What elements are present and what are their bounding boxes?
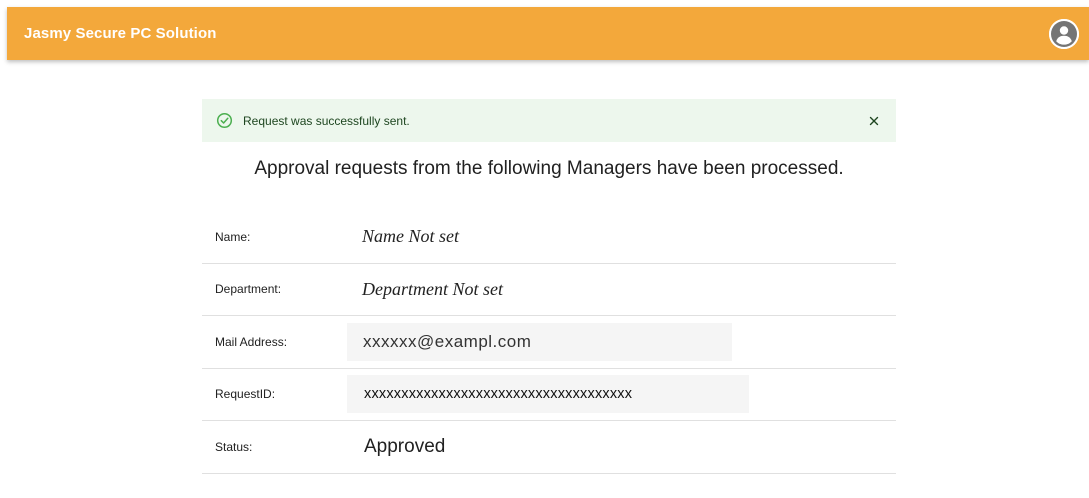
mail-row: Mail Address: xxxxxx@exampl.com (202, 316, 896, 369)
account-circle-icon (1049, 18, 1079, 49)
app-title: Jasmy Secure PC Solution (24, 25, 217, 42)
status-label: Status: (215, 439, 253, 454)
alert-message: Request was successfully sent. (243, 113, 410, 128)
request-id-label: RequestID: (215, 387, 276, 402)
account-button[interactable] (1049, 18, 1079, 49)
department-row: Department: Department Not set (202, 264, 896, 316)
department-value: Department Not set (362, 278, 503, 299)
name-row: Name: Name Not set (202, 211, 896, 264)
details-table: Name: Name Not set Department: Departmen… (202, 211, 896, 474)
check-circle-icon (216, 112, 233, 129)
department-label: Department: (215, 282, 282, 297)
close-alert-button[interactable] (864, 111, 884, 131)
name-value: Name Not set (362, 226, 459, 247)
success-alert: Request was successfully sent. (202, 99, 896, 142)
status-value: Approved (364, 435, 446, 457)
request-id-value: xxxxxxxxxxxxxxxxxxxxxxxxxxxxxxxxxxxx (347, 375, 749, 414)
status-row: Status: Approved (202, 421, 896, 474)
app-bar: Jasmy Secure PC Solution (7, 7, 1089, 60)
mail-value: xxxxxx@exampl.com (347, 322, 732, 361)
page-heading: Approval requests from the following Man… (254, 158, 844, 179)
request-id-row: RequestID: xxxxxxxxxxxxxxxxxxxxxxxxxxxxx… (202, 369, 896, 421)
mail-label: Mail Address: (215, 334, 288, 349)
close-icon (869, 116, 879, 125)
name-label: Name: (215, 229, 251, 244)
